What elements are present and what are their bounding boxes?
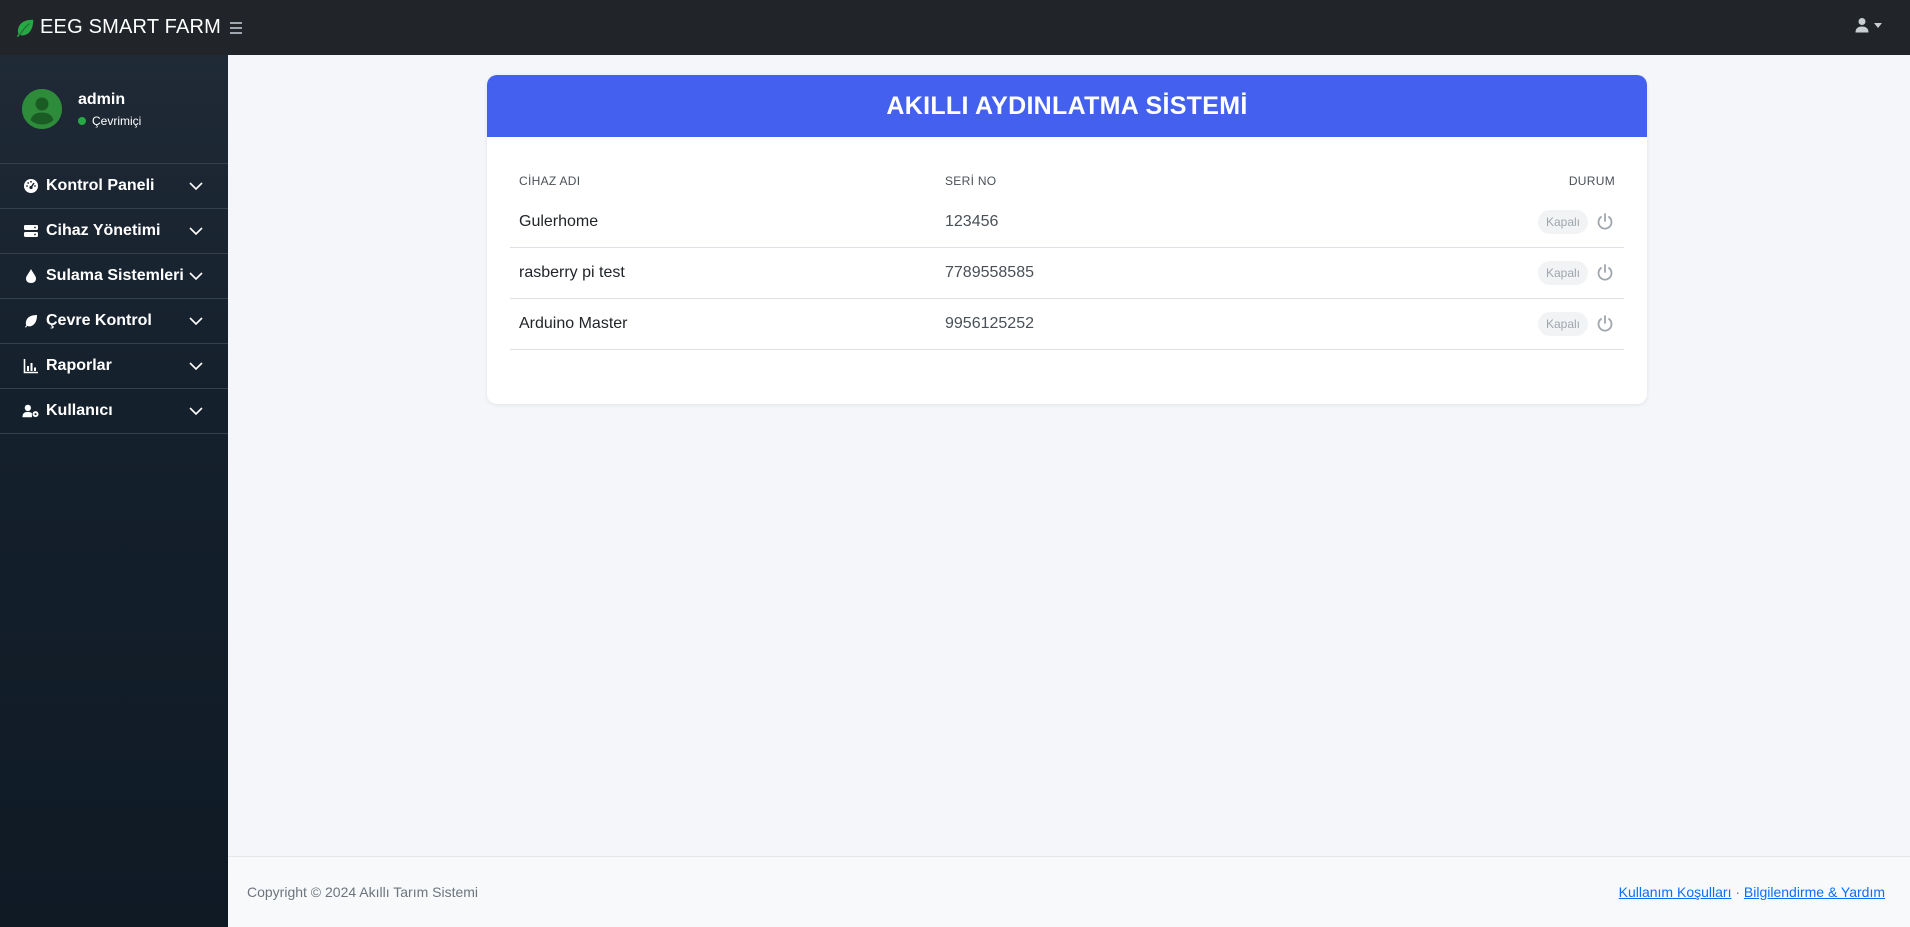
user-panel: admin Çevrimiçi [0, 55, 228, 164]
power-icon[interactable] [1595, 263, 1615, 283]
droplet-icon [22, 267, 40, 285]
footer: Copyright © 2024 Akıllı Tarım Sistemi Ku… [228, 856, 1910, 927]
table-row: rasberry pi test 7789558585 Kapalı [510, 248, 1624, 299]
user-circle-icon [22, 89, 62, 129]
leaf-icon [22, 312, 40, 330]
device-serial: 7789558585 [945, 264, 1034, 281]
table-row: Arduino Master 9956125252 Kapalı [510, 299, 1624, 350]
user-status: Çevrimiçi [78, 114, 141, 128]
chevron-down-icon [189, 407, 203, 416]
sidebar-item-label: Kullanıcı [46, 402, 113, 419]
status-dot-icon [78, 116, 86, 125]
sidebar-item-sulama-sistemleri[interactable]: Sulama Sistemleri [0, 254, 228, 299]
sidebar-item-label: Cihaz Yönetimi [46, 222, 161, 239]
top-navbar: EEG SMART FARM [0, 0, 1910, 55]
leaf-icon [16, 19, 34, 37]
sidebar-item-raporlar[interactable]: Raporlar [0, 344, 228, 389]
user-gear-icon [22, 402, 40, 420]
page-title: AKILLI AYDINLATMA SİSTEMİ [886, 91, 1248, 120]
device-name: Gulerhome [519, 213, 599, 230]
gauge-icon [22, 177, 40, 195]
sidebar: admin Çevrimiçi Kontrol Paneli Cihaz Yön… [0, 55, 228, 927]
device-name: rasberry pi test [519, 264, 625, 281]
avatar [22, 89, 62, 129]
status-badge: Kapalı [1537, 210, 1588, 234]
sidebar-item-kullanici[interactable]: Kullanıcı [0, 389, 228, 434]
caret-down-icon [1874, 22, 1882, 28]
brand[interactable]: EEG SMART FARM [0, 0, 228, 55]
device-name: Arduino Master [519, 315, 628, 332]
device-status-cell: Kapalı [1465, 261, 1624, 285]
help-link[interactable]: Bilgilendirme & Yardım [1744, 884, 1885, 900]
chevron-down-icon [189, 317, 203, 326]
link-separator: · [1735, 884, 1741, 900]
sidebar-item-label: Raporlar [46, 357, 112, 374]
sidebar-item-kontrol-paneli[interactable]: Kontrol Paneli [0, 164, 228, 209]
status-badge: Kapalı [1537, 261, 1588, 285]
user-status-label: Çevrimiçi [92, 113, 142, 128]
lighting-system-card: AKILLI AYDINLATMA SİSTEMİ CİHAZ ADI SERİ… [487, 75, 1647, 404]
table-header: CİHAZ ADI SERİ NO DURUM [510, 164, 1624, 197]
power-icon[interactable] [1595, 212, 1615, 232]
footer-links: Kullanım Koşulları · Bilgilendirme & Yar… [1619, 884, 1885, 900]
column-header-name: CİHAZ ADI [519, 173, 581, 188]
power-icon[interactable] [1595, 314, 1615, 334]
terms-link[interactable]: Kullanım Koşulları [1619, 884, 1732, 900]
device-status-cell: Kapalı [1465, 210, 1624, 234]
column-header-status: DURUM [1568, 173, 1615, 188]
server-icon [22, 222, 40, 240]
device-serial: 9956125252 [945, 315, 1034, 332]
chevron-down-icon [189, 182, 203, 191]
chevron-down-icon [189, 227, 203, 236]
column-header-serial: SERİ NO [945, 173, 997, 188]
device-status-cell: Kapalı [1465, 312, 1624, 336]
brand-name: EEG SMART FARM [40, 16, 221, 38]
chevron-down-icon [189, 272, 203, 281]
user-icon [1855, 18, 1869, 33]
card-header: AKILLI AYDINLATMA SİSTEMİ [487, 75, 1647, 137]
user-name: admin [78, 90, 126, 108]
sidebar-item-label: Çevre Kontrol [46, 312, 152, 329]
chevron-down-icon [189, 362, 203, 371]
status-badge: Kapalı [1537, 312, 1588, 336]
chart-icon [22, 357, 40, 375]
device-serial: 123456 [945, 213, 999, 230]
sidebar-item-cihaz-yonetimi[interactable]: Cihaz Yönetimi [0, 209, 228, 254]
device-table: CİHAZ ADI SERİ NO DURUM Gulerhome 123456… [510, 164, 1624, 350]
sidebar-item-label: Sulama Sistemleri [46, 267, 184, 284]
table-row: Gulerhome 123456 Kapalı [510, 197, 1624, 248]
copyright-text: Copyright © 2024 Akıllı Tarım Sistemi [247, 884, 479, 900]
user-menu-button[interactable] [1854, 17, 1882, 33]
hamburger-icon[interactable] [230, 18, 250, 38]
sidebar-item-label: Kontrol Paneli [46, 177, 155, 194]
sidebar-item-cevre-kontrol[interactable]: Çevre Kontrol [0, 299, 228, 344]
